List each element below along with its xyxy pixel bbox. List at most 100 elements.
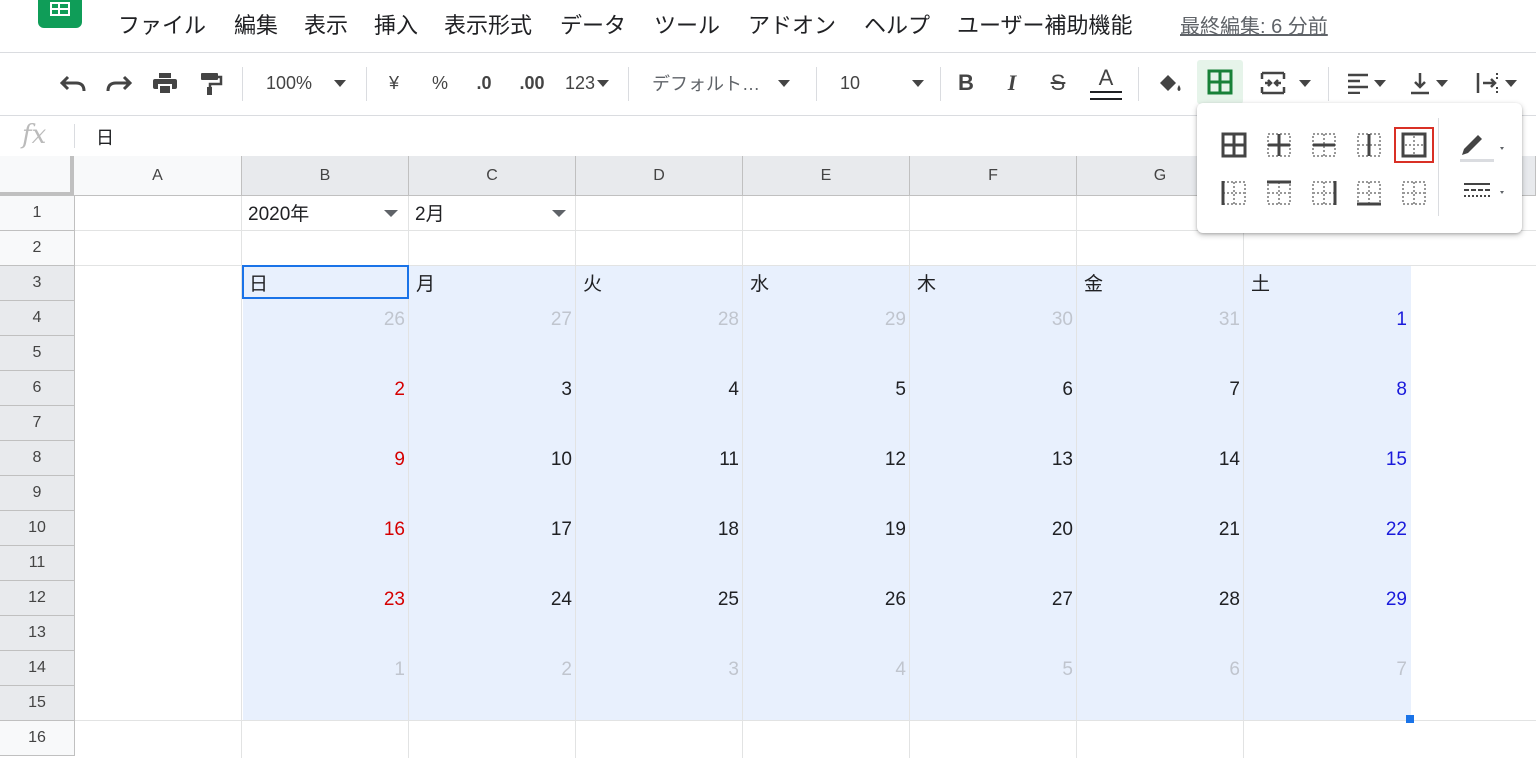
row-header-7[interactable]: 7 xyxy=(0,406,75,441)
calendar-day-cell[interactable]: 5 xyxy=(1013,659,1073,681)
row-header-12[interactable]: 12 xyxy=(0,581,75,616)
row-header-4[interactable]: 4 xyxy=(0,301,75,336)
calendar-day-cell[interactable]: 9 xyxy=(345,449,405,471)
calendar-day-cell[interactable]: 29 xyxy=(846,309,906,331)
borders-button[interactable] xyxy=(1197,60,1243,104)
row-header-10[interactable]: 10 xyxy=(0,511,75,546)
calendar-day-cell[interactable]: 18 xyxy=(679,519,739,541)
clear-borders-option[interactable] xyxy=(1394,175,1434,211)
column-header-a[interactable]: A xyxy=(74,156,242,196)
calendar-day-cell[interactable]: 4 xyxy=(846,659,906,681)
calendar-day-cell[interactable]: 10 xyxy=(512,449,572,471)
border-color-button[interactable] xyxy=(1452,127,1512,163)
row-header-2[interactable]: 2 xyxy=(0,231,75,266)
column-header-f[interactable]: F xyxy=(910,156,1077,196)
bold-button[interactable]: B xyxy=(948,53,984,113)
calendar-day-cell[interactable]: 24 xyxy=(512,589,572,611)
calendar-day-cell[interactable]: 27 xyxy=(1013,589,1073,611)
menu-edit[interactable]: 編集 xyxy=(234,12,278,40)
row-header-16[interactable]: 16 xyxy=(0,721,75,756)
row-header-11[interactable]: 11 xyxy=(0,546,75,581)
calendar-day-cell[interactable]: 28 xyxy=(1180,589,1240,611)
calendar-day-cell[interactable]: 3 xyxy=(679,659,739,681)
decrease-decimal-button[interactable]: .0 xyxy=(464,53,504,113)
calendar-day-cell[interactable]: 4 xyxy=(679,379,739,401)
calendar-day-cell[interactable]: 30 xyxy=(1013,309,1073,331)
row-header-14[interactable]: 14 xyxy=(0,651,75,686)
inner-borders-option[interactable] xyxy=(1259,127,1299,163)
calendar-day-cell[interactable]: 6 xyxy=(1013,379,1073,401)
calendar-day-cell[interactable]: 28 xyxy=(679,309,739,331)
all-borders-option[interactable] xyxy=(1214,127,1254,163)
menu-file[interactable]: ファイル xyxy=(118,12,206,40)
column-header-e[interactable]: E xyxy=(743,156,910,196)
paint-format-button[interactable] xyxy=(192,53,230,113)
calendar-day-cell[interactable]: 20 xyxy=(1013,519,1073,541)
calendar-day-cell[interactable]: 14 xyxy=(1180,449,1240,471)
year-dropdown-value[interactable]: 2020年 xyxy=(248,204,309,226)
calendar-day-cell[interactable]: 12 xyxy=(846,449,906,471)
row-header-3[interactable]: 3 xyxy=(0,266,75,301)
calendar-day-cell[interactable]: 15 xyxy=(1347,449,1407,471)
calendar-day-cell[interactable]: 16 xyxy=(345,519,405,541)
redo-button[interactable] xyxy=(100,53,138,113)
strikethrough-button[interactable]: S xyxy=(1040,53,1076,113)
menu-format[interactable]: 表示形式 xyxy=(444,12,532,40)
calendar-day-cell[interactable]: 7 xyxy=(1347,659,1407,681)
calendar-day-cell[interactable]: 17 xyxy=(512,519,572,541)
text-color-button[interactable]: A xyxy=(1086,53,1126,113)
calendar-day-cell[interactable]: 19 xyxy=(846,519,906,541)
column-header-c[interactable]: C xyxy=(409,156,576,196)
menu-insert[interactable]: 挿入 xyxy=(374,12,418,40)
currency-format-button[interactable]: ¥ xyxy=(378,53,410,113)
horizontal-borders-option[interactable] xyxy=(1304,127,1344,163)
calendar-day-cell[interactable]: 25 xyxy=(679,589,739,611)
calendar-day-cell[interactable]: 22 xyxy=(1347,519,1407,541)
year-dropdown-chevron-icon[interactable] xyxy=(384,210,398,217)
calendar-day-cell[interactable]: 5 xyxy=(846,379,906,401)
fill-handle[interactable] xyxy=(1406,715,1414,723)
row-header-9[interactable]: 9 xyxy=(0,476,75,511)
calendar-day-cell[interactable]: 7 xyxy=(1180,379,1240,401)
month-dropdown-chevron-icon[interactable] xyxy=(552,210,566,217)
calendar-day-cell[interactable]: 29 xyxy=(1347,589,1407,611)
formula-input[interactable]: 日 xyxy=(96,124,114,150)
select-all-corner[interactable] xyxy=(0,156,74,196)
calendar-day-cell[interactable]: 8 xyxy=(1347,379,1407,401)
calendar-day-cell[interactable]: 2 xyxy=(512,659,572,681)
border-style-button[interactable] xyxy=(1452,172,1512,208)
menu-accessibility[interactable]: ユーザー補助機能 xyxy=(957,12,1133,40)
row-header-15[interactable]: 15 xyxy=(0,686,75,721)
more-formats-button[interactable]: 123 xyxy=(558,53,616,113)
row-header-1[interactable]: 1 xyxy=(0,196,75,231)
vertical-borders-option[interactable] xyxy=(1349,127,1389,163)
menu-addons[interactable]: アドオン xyxy=(748,12,836,40)
undo-button[interactable] xyxy=(54,53,92,113)
row-header-6[interactable]: 6 xyxy=(0,371,75,406)
last-edit-link[interactable]: 最終編集: 6 分前 xyxy=(1180,10,1328,39)
calendar-day-cell[interactable]: 1 xyxy=(345,659,405,681)
calendar-day-cell[interactable]: 6 xyxy=(1180,659,1240,681)
percent-format-button[interactable]: % xyxy=(424,53,456,113)
row-header-5[interactable]: 5 xyxy=(0,336,75,371)
calendar-day-cell[interactable]: 23 xyxy=(345,589,405,611)
fill-color-button[interactable] xyxy=(1150,53,1190,113)
calendar-day-cell[interactable]: 26 xyxy=(345,309,405,331)
calendar-day-cell[interactable]: 21 xyxy=(1180,519,1240,541)
column-header-d[interactable]: D xyxy=(576,156,743,196)
row-header-13[interactable]: 13 xyxy=(0,616,75,651)
menu-view[interactable]: 表示 xyxy=(304,12,348,40)
menu-data[interactable]: データ xyxy=(560,12,626,40)
calendar-day-cell[interactable]: 31 xyxy=(1180,309,1240,331)
calendar-day-cell[interactable]: 11 xyxy=(679,449,739,471)
print-button[interactable] xyxy=(146,53,184,113)
font-size-select[interactable]: 10 xyxy=(828,53,928,113)
row-header-8[interactable]: 8 xyxy=(0,441,75,476)
outer-borders-option[interactable] xyxy=(1394,127,1434,163)
calendar-day-cell[interactable]: 1 xyxy=(1347,309,1407,331)
menu-help[interactable]: ヘルプ xyxy=(864,12,930,40)
calendar-day-cell[interactable]: 27 xyxy=(512,309,572,331)
column-header-b[interactable]: B xyxy=(242,156,409,196)
calendar-day-cell[interactable]: 26 xyxy=(846,589,906,611)
calendar-day-cell[interactable]: 2 xyxy=(345,379,405,401)
